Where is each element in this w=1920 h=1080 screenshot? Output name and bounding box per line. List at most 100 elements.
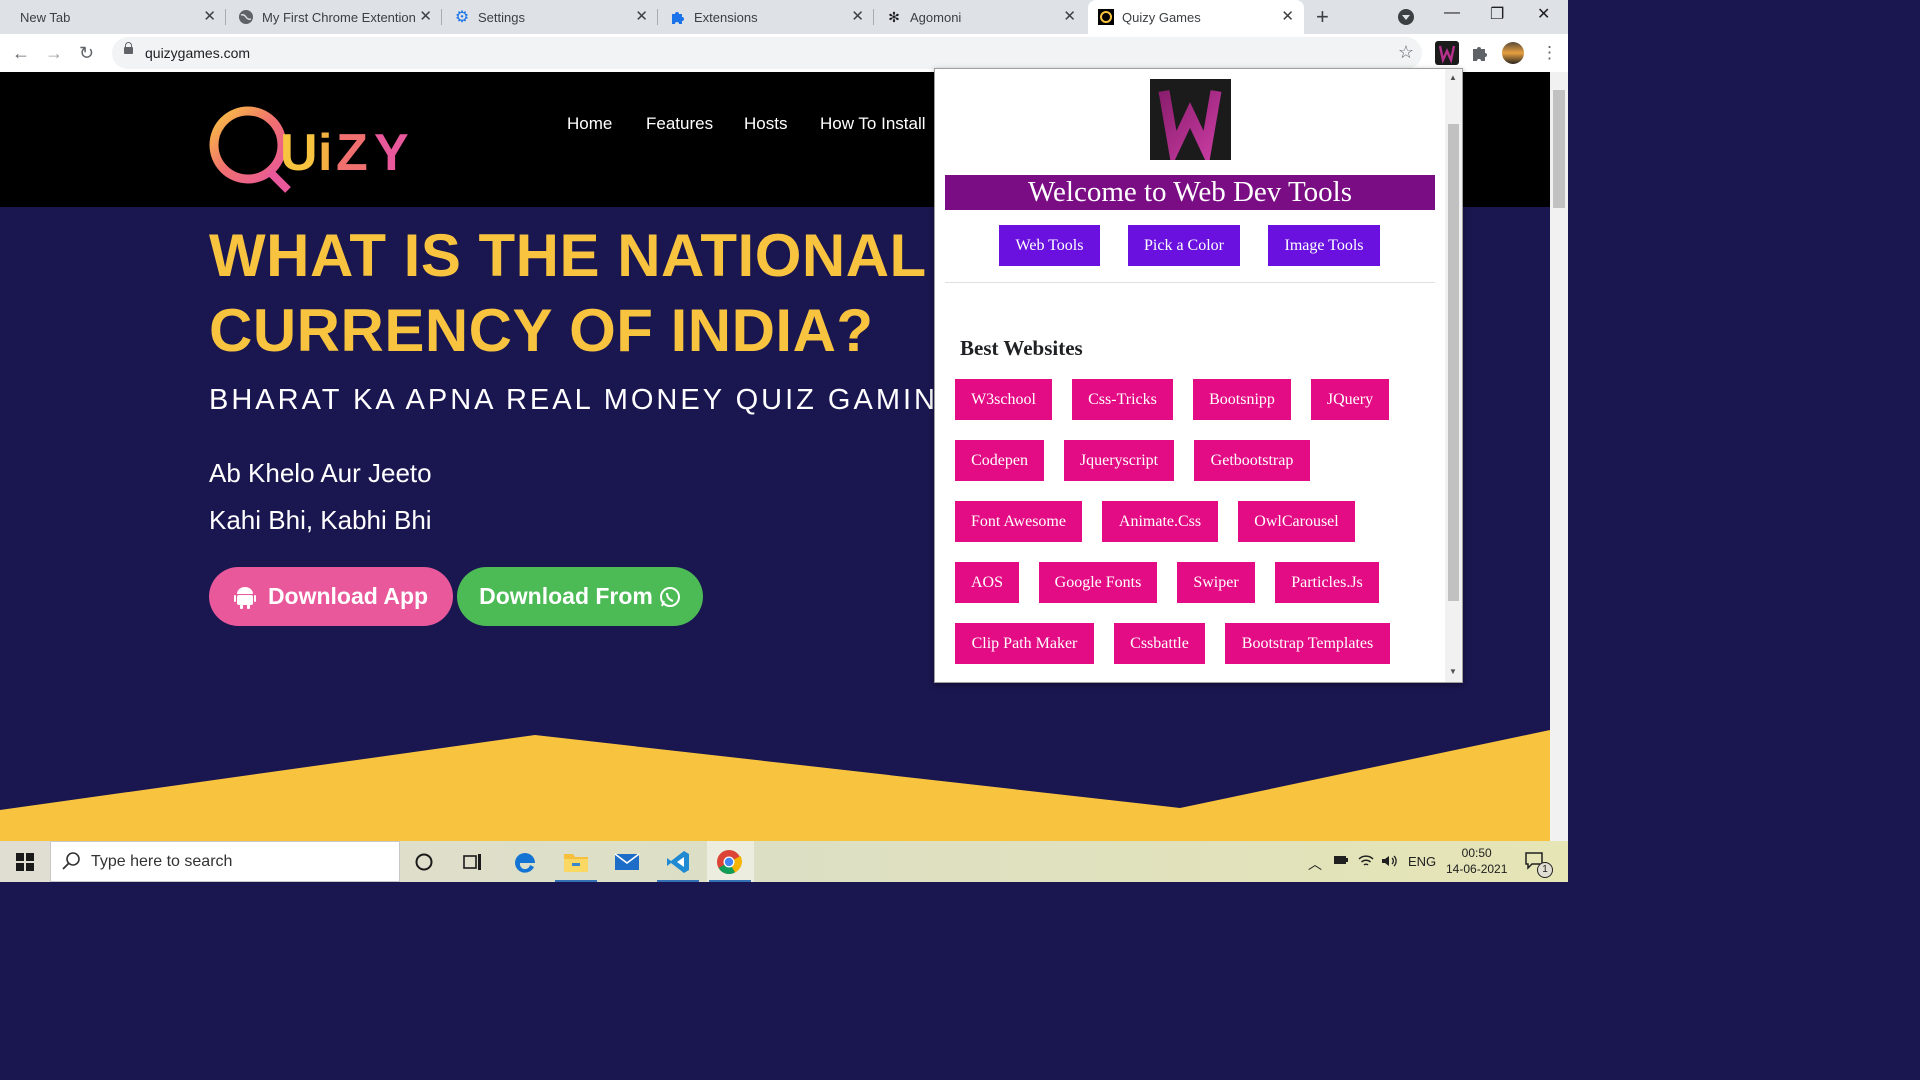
web-dev-tools-extension-icon[interactable] xyxy=(1435,41,1459,65)
tray-chevron-up-icon[interactable]: ︿ xyxy=(1308,854,1322,874)
address-bar[interactable]: quizygames.com ☆ xyxy=(112,37,1422,69)
window-close-icon[interactable]: ✕ xyxy=(1537,4,1550,24)
tab-title: New Tab xyxy=(20,9,71,25)
site-button-getbootstrap[interactable]: Getbootstrap xyxy=(1194,440,1310,481)
back-arrow-icon[interactable]: ← xyxy=(12,43,30,64)
tab-new-tab[interactable]: New Tab ✕ xyxy=(0,0,226,34)
site-button-swiper[interactable]: Swiper xyxy=(1177,562,1255,603)
site-button-jqueryscript[interactable]: Jqueryscript xyxy=(1064,440,1174,481)
cortana-icon[interactable] xyxy=(411,849,437,875)
site-button-bootsnipp[interactable]: Bootsnipp xyxy=(1193,379,1291,420)
quizy-logo[interactable]: U i Z Y xyxy=(208,100,428,195)
web-tools-button[interactable]: Web Tools xyxy=(999,225,1100,266)
agomoni-icon: ✻ xyxy=(888,8,900,25)
clock-date: 14-06-2021 xyxy=(1446,862,1508,876)
volume-icon[interactable] xyxy=(1381,854,1399,871)
svg-text:U: U xyxy=(280,124,318,182)
popup-scrollbar-thumb[interactable] xyxy=(1448,124,1459,601)
close-icon[interactable]: ✕ xyxy=(203,7,216,25)
hero-subhead: BHARAT KA APNA REAL MONEY QUIZ GAMING xyxy=(209,384,964,416)
pick-a-color-button[interactable]: Pick a Color xyxy=(1128,225,1240,266)
svg-text:Z: Z xyxy=(336,124,368,182)
page-scrollbar-thumb[interactable] xyxy=(1553,90,1565,208)
download-from-whatsapp-button[interactable]: Download From xyxy=(457,567,703,626)
file-explorer-icon[interactable] xyxy=(563,849,589,875)
best-websites-heading: Best Websites xyxy=(960,336,1083,360)
site-button-particles-js[interactable]: Particles.Js xyxy=(1275,562,1379,603)
close-icon[interactable]: ✕ xyxy=(851,7,864,25)
forward-arrow-icon[interactable]: → xyxy=(45,43,63,64)
svg-text:i: i xyxy=(318,124,332,182)
language-indicator[interactable]: ENG xyxy=(1408,854,1436,869)
battery-icon[interactable] xyxy=(1333,854,1349,869)
wifi-icon[interactable] xyxy=(1358,854,1374,871)
chrome-menu-icon[interactable]: ⋮ xyxy=(1541,43,1558,63)
bookmark-star-icon[interactable]: ☆ xyxy=(1398,42,1414,63)
tab-title: Quizy Games xyxy=(1122,9,1201,25)
tab-title: Extensions xyxy=(694,9,758,25)
site-button-google-fonts[interactable]: Google Fonts xyxy=(1039,562,1157,603)
nav-hosts[interactable]: Hosts xyxy=(744,114,787,134)
edge-icon[interactable] xyxy=(512,849,538,875)
taskbar-clock[interactable]: 00:50 14-06-2021 xyxy=(1446,845,1507,877)
chrome-icon[interactable] xyxy=(716,849,742,875)
tab-agomoni[interactable]: ✻ Agomoni ✕ xyxy=(874,0,1086,34)
site-button-w3school[interactable]: W3school xyxy=(955,379,1052,420)
tab-search-dropdown-icon[interactable] xyxy=(1398,9,1414,25)
lock-icon[interactable] xyxy=(124,42,133,54)
globe-icon xyxy=(238,9,254,25)
restore-icon[interactable]: ❐ xyxy=(1490,4,1504,24)
reload-icon[interactable]: ↻ xyxy=(79,43,94,64)
active-app-indicator xyxy=(555,880,597,882)
new-tab-plus-icon[interactable]: + xyxy=(1316,4,1329,30)
headline-line-2: CURRENCY OF INDIA? xyxy=(209,297,874,364)
taskbar-search-box[interactable]: Type here to search xyxy=(50,841,400,882)
tab-settings[interactable]: ⚙ Settings ✕ xyxy=(442,0,658,34)
site-button-font-awesome[interactable]: Font Awesome xyxy=(955,501,1082,542)
site-button-owlcarousel[interactable]: OwlCarousel xyxy=(1238,501,1355,542)
popup-scrollbar[interactable]: ▲ ▼ xyxy=(1445,69,1462,682)
scroll-up-arrow-icon[interactable]: ▲ xyxy=(1449,73,1457,82)
download-app-button[interactable]: Download App xyxy=(209,567,453,626)
close-icon[interactable]: ✕ xyxy=(1063,7,1076,25)
minimize-icon[interactable]: — xyxy=(1444,4,1460,22)
close-icon[interactable]: ✕ xyxy=(419,7,432,25)
web-dev-tools-popup: Welcome to Web Dev Tools Web Tools Pick … xyxy=(934,68,1463,683)
tab-title: Agomoni xyxy=(910,9,962,25)
site-button-cssbattle[interactable]: Cssbattle xyxy=(1114,623,1205,664)
download-app-label: Download App xyxy=(267,583,429,609)
mail-icon[interactable] xyxy=(614,849,640,875)
close-icon[interactable]: ✕ xyxy=(635,7,648,25)
url-text[interactable]: quizygames.com xyxy=(145,45,250,61)
task-view-icon[interactable] xyxy=(461,849,487,875)
profile-avatar[interactable] xyxy=(1501,41,1525,65)
windows-start-icon[interactable] xyxy=(12,849,38,875)
site-button-css-tricks[interactable]: Css-Tricks xyxy=(1072,379,1173,420)
page-scrollbar[interactable] xyxy=(1550,72,1568,841)
site-button-aos[interactable]: AOS xyxy=(955,562,1019,603)
nav-home[interactable]: Home xyxy=(567,114,612,134)
clock-time: 00:50 xyxy=(1461,846,1492,860)
windows-taskbar: Type here to search ︿ ENG 00:50 14-06-20… xyxy=(0,841,1568,882)
nav-features[interactable]: Features xyxy=(646,114,713,134)
site-button-codepen[interactable]: Codepen xyxy=(955,440,1044,481)
image-tools-button[interactable]: Image Tools xyxy=(1268,225,1380,266)
site-button-jquery[interactable]: JQuery xyxy=(1311,379,1389,420)
site-button-clip-path-maker[interactable]: Clip Path Maker xyxy=(955,623,1094,664)
close-icon[interactable]: ✕ xyxy=(1281,7,1294,25)
vscode-icon[interactable] xyxy=(665,849,691,875)
search-icon xyxy=(61,851,81,876)
tab-my-first-chrome-extention[interactable]: My First Chrome Extention ✕ xyxy=(226,0,442,34)
site-button-animate-css[interactable]: Animate.Css xyxy=(1102,501,1218,542)
site-button-bootstrap-templates[interactable]: Bootstrap Templates xyxy=(1225,623,1390,664)
tab-quizy-games[interactable]: Quizy Games ✕ xyxy=(1088,0,1304,34)
active-app-indicator xyxy=(657,880,699,882)
tab-extensions[interactable]: Extensions ✕ xyxy=(658,0,874,34)
tab-strip: New Tab ✕ My First Chrome Extention ✕ ⚙ … xyxy=(0,0,1568,34)
tagline-2: Kahi Bhi, Kabhi Bhi xyxy=(209,505,432,535)
tagline-1: Ab Khelo Aur Jeeto xyxy=(209,458,432,488)
nav-how-to-install[interactable]: How To Install xyxy=(820,114,926,134)
scroll-down-arrow-icon[interactable]: ▼ xyxy=(1449,667,1457,676)
quizy-favicon xyxy=(1098,9,1114,25)
extensions-puzzle-icon[interactable] xyxy=(1469,41,1493,65)
